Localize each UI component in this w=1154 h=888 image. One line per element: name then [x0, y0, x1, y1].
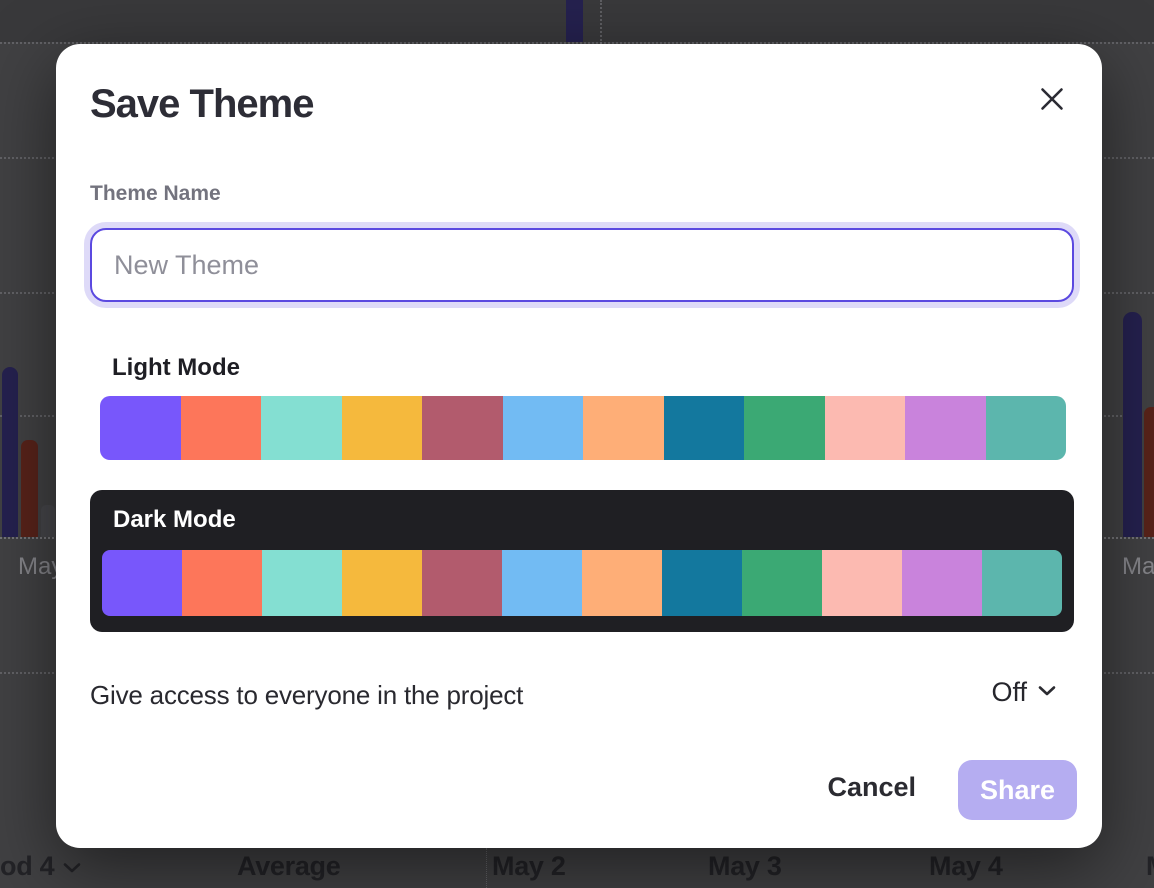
month-tick-label: May: [1122, 553, 1154, 581]
axis-tick-label: May 2: [492, 851, 566, 882]
chart-bar: [21, 440, 38, 537]
access-dropdown-value: Off: [991, 677, 1027, 708]
dark-mode-palette: [102, 550, 1062, 616]
chart-bar: [566, 0, 583, 42]
axis-tick-label: May 3: [708, 851, 782, 882]
axis-label-average: Average: [237, 851, 340, 882]
palette-swatch: [902, 550, 982, 616]
dialog-title: Save Theme: [90, 82, 313, 127]
chart-bar: [2, 367, 18, 537]
palette-swatch: [742, 550, 822, 616]
palette-swatch: [825, 396, 906, 460]
column-separator: [486, 848, 487, 888]
dark-mode-label: Dark Mode: [113, 506, 236, 534]
palette-swatch: [662, 550, 742, 616]
palette-swatch: [503, 396, 584, 460]
palette-swatch: [986, 396, 1067, 460]
palette-swatch: [342, 396, 423, 460]
palette-swatch: [664, 396, 745, 460]
column-separator: [600, 0, 602, 44]
axis-tick-label: May 4: [929, 851, 1003, 882]
access-toggle-label: Give access to everyone in the project: [90, 680, 523, 711]
palette-swatch: [181, 396, 262, 460]
light-mode-label: Light Mode: [112, 354, 240, 382]
palette-swatch: [261, 396, 342, 460]
cancel-button[interactable]: Cancel: [827, 772, 916, 803]
palette-swatch: [262, 550, 342, 616]
palette-swatch: [982, 550, 1062, 616]
dark-mode-card: Dark Mode: [90, 490, 1074, 632]
chart-bar: [1144, 407, 1154, 537]
palette-swatch: [905, 396, 986, 460]
palette-swatch: [583, 396, 664, 460]
palette-swatch: [342, 550, 422, 616]
access-dropdown[interactable]: Off: [991, 677, 1056, 708]
save-theme-dialog: Save Theme Theme Name Light Mode Dark Mo…: [56, 44, 1102, 848]
palette-swatch: [422, 396, 503, 460]
chart-bar: [1123, 312, 1142, 537]
palette-swatch: [502, 550, 582, 616]
close-icon[interactable]: [1038, 86, 1066, 114]
palette-swatch: [822, 550, 902, 616]
palette-swatch: [582, 550, 662, 616]
palette-swatch: [744, 396, 825, 460]
palette-swatch: [182, 550, 262, 616]
share-button[interactable]: Share: [958, 760, 1077, 820]
theme-name-label: Theme Name: [90, 182, 221, 206]
palette-swatch: [102, 550, 182, 616]
chevron-down-icon[interactable]: [63, 861, 81, 879]
period-selector-label[interactable]: od 4: [0, 851, 54, 882]
theme-name-input[interactable]: [90, 228, 1074, 302]
light-mode-palette: [100, 396, 1066, 460]
palette-swatch: [100, 396, 181, 460]
axis-tick-label: M: [1146, 851, 1154, 882]
chart-bar: [41, 505, 55, 537]
chevron-down-icon: [1038, 685, 1056, 700]
palette-swatch: [422, 550, 502, 616]
